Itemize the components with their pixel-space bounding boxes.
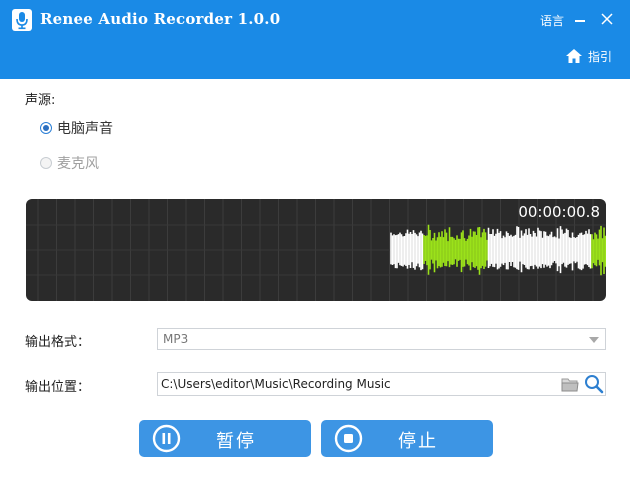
waveform-signal [390, 224, 606, 276]
output-format-label: 输出格式： [25, 335, 91, 350]
chevron-down-icon[interactable] [589, 337, 599, 343]
pause-button[interactable]: 暂停 [139, 420, 311, 457]
language-button[interactable]: 语言 [540, 12, 564, 29]
minimize-button[interactable] [572, 9, 588, 29]
home-icon [566, 49, 582, 63]
app-title: Renee Audio Recorder 1.0.0 [40, 10, 281, 28]
search-icon[interactable] [584, 374, 604, 394]
folder-icon[interactable] [561, 377, 579, 392]
guide-label: 指引 [588, 49, 613, 64]
microphone-app-icon [12, 9, 32, 31]
output-format-select[interactable]: MP3 [157, 328, 606, 350]
radio-button-disabled[interactable] [40, 157, 52, 169]
waveform-display: 00:00:00.8 [26, 199, 606, 301]
stop-button[interactable]: 停止 [321, 420, 493, 457]
stop-label: 停止 [398, 431, 438, 452]
title-bar: Renee Audio Recorder 1.0.0 语言 指引 [0, 0, 630, 79]
elapsed-time: 00:00:00.8 [518, 203, 600, 221]
output-location-field[interactable] [157, 372, 606, 396]
radio-label: 电脑声音 [57, 121, 113, 137]
radio-button-checked[interactable] [40, 122, 52, 134]
source-option-computer-sound[interactable]: 电脑声音 [40, 118, 113, 138]
source-label: 声源: [25, 93, 56, 108]
guide-button[interactable]: 指引 [565, 46, 612, 66]
output-location-input[interactable] [158, 373, 554, 395]
output-location-label: 输出位置： [25, 380, 91, 395]
output-format-value: MP3 [163, 332, 189, 346]
radio-label: 麦克风 [57, 156, 99, 172]
pause-label: 暂停 [216, 431, 256, 452]
close-icon[interactable] [597, 9, 617, 29]
source-option-microphone[interactable]: 麦克风 [40, 153, 99, 173]
